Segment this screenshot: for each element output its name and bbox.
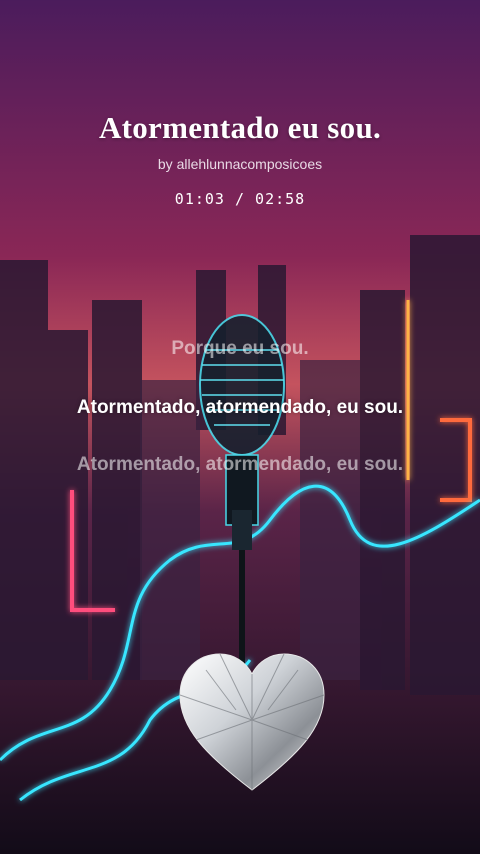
- lyric-line-next: Atormentado, atormendado, eu sou.: [76, 454, 404, 475]
- playback-time: 01:03 / 02:58: [174, 190, 306, 208]
- diamond-heart-icon: [179, 653, 325, 791]
- lyrics-player-screen: Atormentado eu sou. by allehlunnacomposi…: [0, 0, 480, 854]
- song-author: by allehlunnacomposicoes: [157, 156, 323, 172]
- lyric-line-previous: Porque eu sou.: [171, 338, 309, 359]
- song-header: Atormentado eu sou. by allehlunnacomposi…: [0, 110, 480, 208]
- song-title: Atormentado eu sou.: [98, 110, 382, 145]
- lyric-line-current: Atormentado, atormendado, eu sou.: [76, 397, 404, 418]
